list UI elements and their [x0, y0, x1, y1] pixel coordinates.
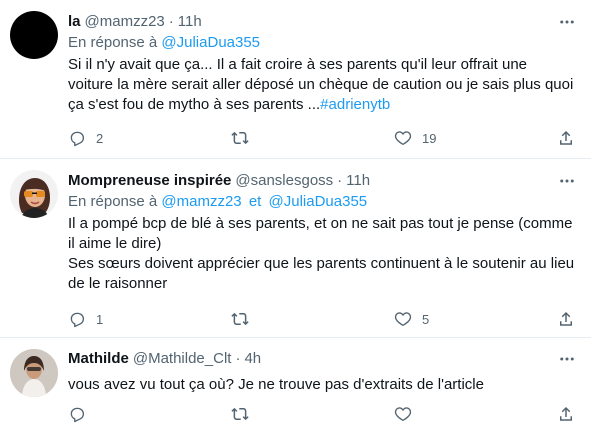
share-button[interactable] — [557, 309, 577, 329]
hashtag-link[interactable]: #adrienytb — [320, 96, 390, 113]
like-count: 19 — [422, 130, 437, 146]
tweet-line: Si il n'y avait que ça... Il a fait croi… — [68, 56, 528, 73]
tweet-header: la @mamzz23 · 11h — [68, 12, 577, 32]
reply-context: En réponse à @mamzz23 et @JuliaDua355 — [68, 192, 577, 212]
retweet-button[interactable] — [231, 309, 331, 329]
like-count: 5 — [422, 311, 430, 327]
reply-to-link[interactable]: @mamzz23 — [161, 193, 241, 210]
reply-prefix: En réponse à — [68, 34, 158, 51]
reply-icon — [68, 310, 86, 328]
like-icon — [394, 129, 412, 147]
more-icon[interactable] — [557, 349, 577, 369]
retweet-icon — [231, 405, 249, 423]
share-icon — [557, 405, 575, 423]
timestamp[interactable]: 4h — [244, 349, 261, 369]
photo-avatar-icon — [10, 349, 58, 397]
reply-count: 1 — [96, 311, 104, 327]
tweet-text: Il a pompé bcp de blé à ses parents, et … — [68, 214, 577, 294]
share-button[interactable] — [557, 128, 577, 148]
reply-icon — [68, 129, 86, 147]
author-name[interactable]: Mathilde — [68, 349, 129, 369]
like-icon — [394, 405, 412, 423]
reply-to-link[interactable]: @JuliaDua355 — [161, 34, 260, 51]
tweet-actions: 2 19 — [68, 128, 591, 148]
separator-dot: · — [168, 13, 174, 30]
separator-dot: · — [337, 172, 343, 189]
tweet-text: vous avez vu tout ça où? Je ne trouve pa… — [68, 375, 577, 395]
reply-button[interactable]: 1 — [68, 309, 168, 329]
avatar[interactable] — [10, 170, 58, 218]
tweet-1[interactable]: la @mamzz23 · 11h En réponse à @JuliaDua… — [0, 0, 591, 154]
like-button[interactable]: 19 — [394, 128, 494, 148]
tweet-line: ça s'est fou de mytho à ses parents ...#… — [68, 95, 577, 115]
reply-to-link[interactable]: @JuliaDua355 — [269, 193, 368, 210]
tweet-header: Mompreneuse inspirée @sanslesgoss · 11h — [68, 171, 577, 191]
tweet-actions: 1 5 — [68, 309, 591, 329]
reply-prefix: En réponse à — [68, 193, 158, 210]
timestamp[interactable]: 11h — [178, 12, 202, 32]
reply-context: En réponse à @JuliaDua355 — [68, 33, 577, 53]
author-name[interactable]: Mompreneuse inspirée — [68, 171, 231, 191]
reply-icon — [68, 405, 86, 423]
more-icon[interactable] — [557, 171, 577, 191]
tweet-line: vous avez vu tout ça où? Je ne trouve pa… — [68, 376, 484, 393]
like-button[interactable] — [394, 404, 494, 424]
share-button[interactable] — [557, 404, 577, 424]
retweet-button[interactable] — [231, 404, 331, 424]
retweet-icon — [231, 310, 249, 328]
tweet-line: voiture la mère serait aller déposé un c… — [68, 76, 574, 93]
share-icon — [557, 129, 575, 147]
tweet-2[interactable]: Mompreneuse inspirée @sanslesgoss · 11h … — [0, 159, 591, 334]
reply-count: 2 — [96, 130, 104, 146]
tweet-text: Si il n'y avait que ça... Il a fait croi… — [68, 55, 577, 115]
reply-joiner: et — [248, 193, 262, 210]
cartoon-woman-sunglasses-icon — [10, 170, 58, 218]
like-button[interactable]: 5 — [394, 309, 494, 329]
tweet-line: Ses sœurs doivent apprécier que les pare… — [68, 255, 575, 272]
tweet-line: il aime le dire) — [68, 235, 162, 252]
tweet-header: Mathilde @Mathilde_Clt · 4h — [68, 349, 577, 369]
tweet-actions — [68, 404, 591, 424]
author-name[interactable]: la — [68, 12, 81, 32]
retweet-icon — [231, 129, 249, 147]
reply-button[interactable]: 2 — [68, 128, 168, 148]
author-handle[interactable]: @sanslesgoss — [235, 171, 333, 191]
timestamp[interactable]: 11h — [346, 171, 370, 191]
author-handle[interactable]: @Mathilde_Clt — [133, 349, 232, 369]
tweet-line-text: ça s'est fou de mytho à ses parents ... — [68, 96, 321, 113]
more-icon[interactable] — [557, 12, 577, 32]
tweet-line: Il a pompé bcp de blé à ses parents, et … — [68, 215, 573, 232]
author-handle[interactable]: @mamzz23 — [85, 12, 165, 32]
separator-dot: · — [235, 350, 241, 367]
share-icon — [557, 310, 575, 328]
tweet-3[interactable]: Mathilde @Mathilde_Clt · 4h vous avez vu… — [0, 338, 591, 443]
avatar[interactable] — [10, 11, 58, 59]
retweet-button[interactable] — [231, 128, 331, 148]
avatar[interactable] — [10, 349, 58, 397]
reply-button[interactable] — [68, 404, 168, 424]
like-icon — [394, 310, 412, 328]
tweet-line: de le raisonner — [68, 275, 168, 292]
